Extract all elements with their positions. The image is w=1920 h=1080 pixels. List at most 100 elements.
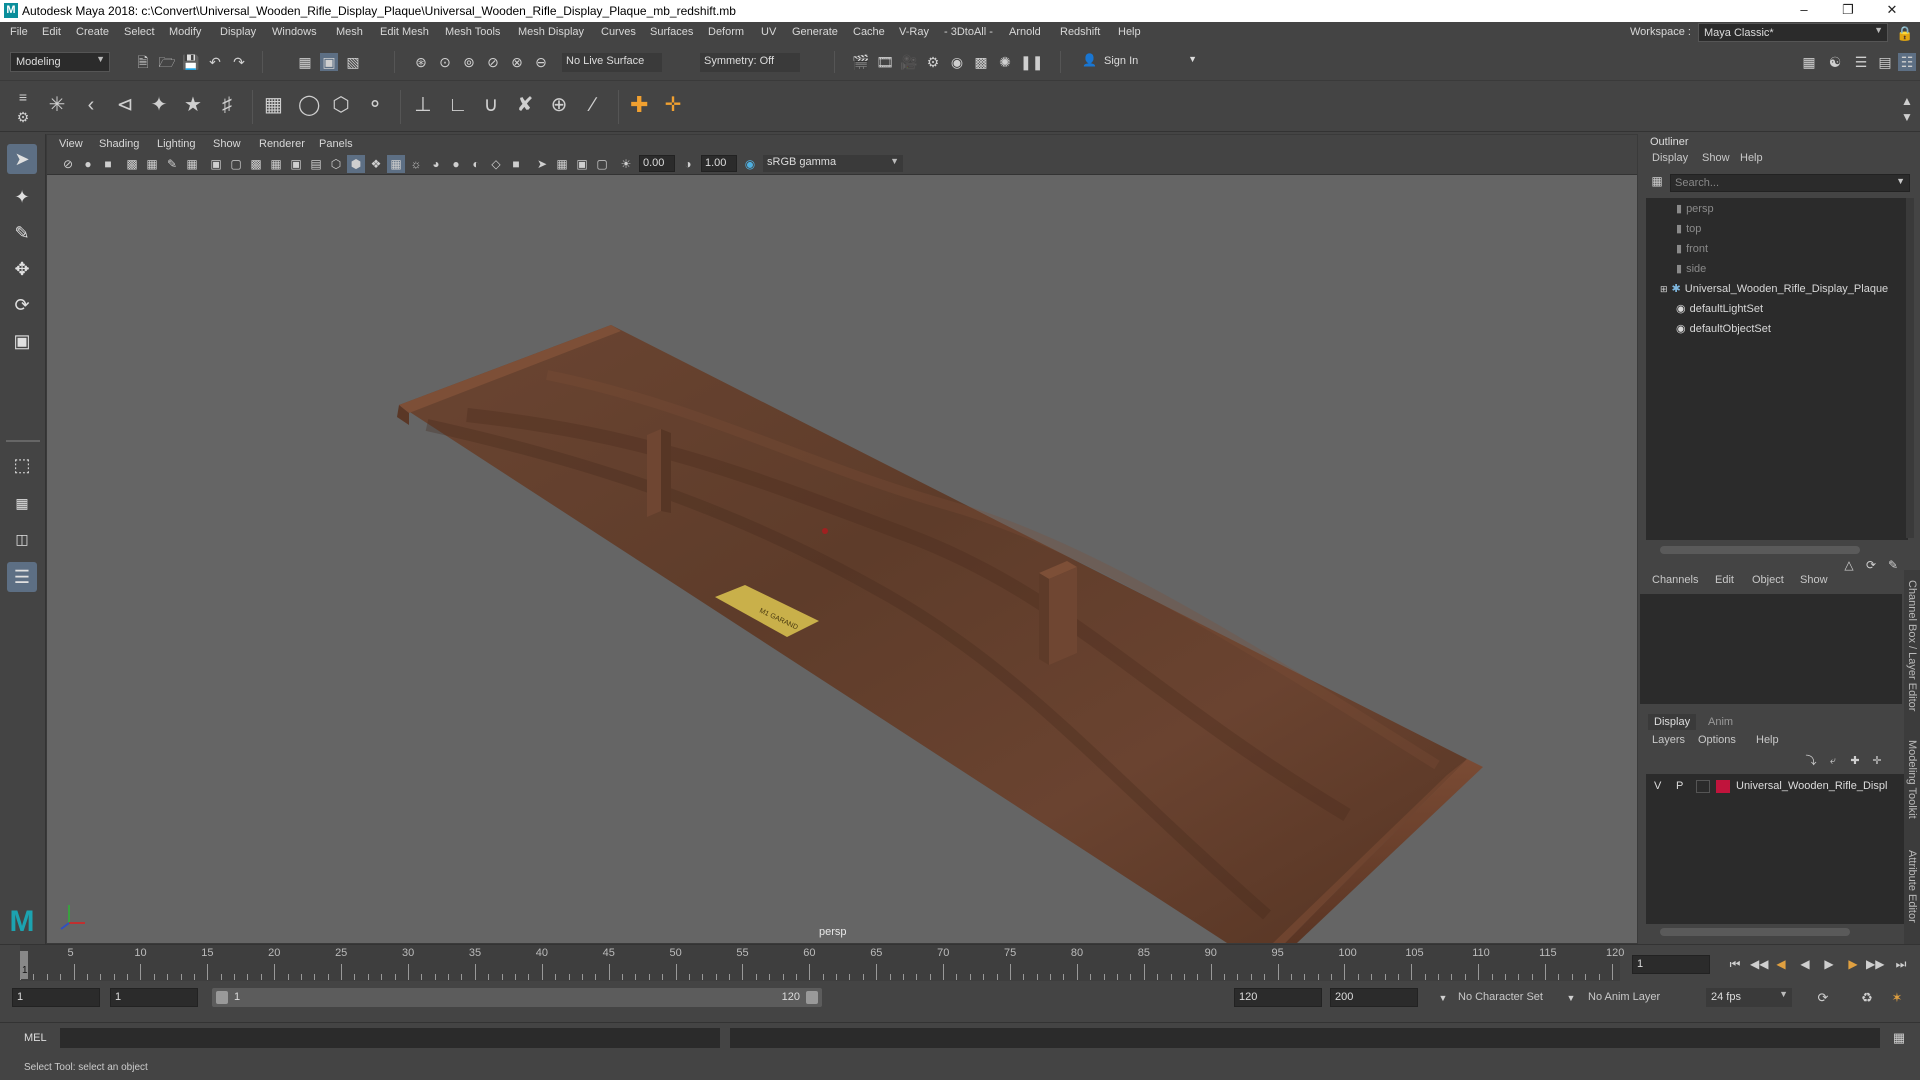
outliner-horizontal-scrollbar[interactable] <box>1660 546 1860 554</box>
list-item[interactable]: ◉ defaultObjectSet <box>1676 322 1771 335</box>
viewport-menu-shading[interactable]: Shading <box>99 138 139 150</box>
modeling-toolkit-icon[interactable]: ▦ <box>1800 53 1818 71</box>
select-component-icon[interactable]: ▧ <box>344 53 362 71</box>
channels-menu-object[interactable]: Object <box>1752 574 1784 586</box>
image-plane-icon[interactable]: ▩ <box>123 155 141 173</box>
persp-outliner-layout-icon[interactable]: ◫ <box>7 524 37 554</box>
outliner-vertical-scrollbar[interactable] <box>1906 198 1914 538</box>
layers-menu-help[interactable]: Help <box>1756 734 1779 746</box>
layers-menu-layers[interactable]: Layers <box>1652 734 1685 746</box>
rotate-tool-icon[interactable]: ⟳ <box>7 290 37 320</box>
go-to-end-icon[interactable]: ⏭ <box>1892 955 1910 973</box>
snap-grid-icon[interactable]: ⊛ <box>412 53 430 71</box>
shadows-icon[interactable]: ◕ <box>427 155 445 173</box>
character-set-label[interactable]: No Character Set <box>1458 991 1543 1003</box>
target-weld-icon[interactable]: ⊕ <box>550 95 568 115</box>
depth-of-field-icon[interactable]: ■ <box>507 155 525 173</box>
channels-menu-show[interactable]: Show <box>1800 574 1828 586</box>
range-slider-end-handle[interactable] <box>806 991 818 1004</box>
character-controls-icon[interactable]: ☯ <box>1826 53 1844 71</box>
expand-icon[interactable]: ⊞ <box>1660 284 1668 294</box>
ep-curve-icon[interactable]: ‹ <box>82 95 100 115</box>
shelf-scroll-down-icon[interactable]: ▼ <box>1898 108 1916 126</box>
safe-action-icon[interactable]: ▣ <box>287 155 305 173</box>
resolution-gate-icon[interactable]: ▢ <box>227 155 245 173</box>
scene-canvas[interactable]: M1 GARAND <box>47 175 1637 943</box>
undo-icon[interactable]: ↶ <box>206 53 224 71</box>
extrude-icon[interactable]: ⊥ <box>414 95 432 115</box>
isolate-select-icon[interactable]: ➤ <box>533 155 551 173</box>
pivot-icon[interactable]: ✚ <box>630 94 648 116</box>
viewport-menu-panels[interactable]: Panels <box>319 138 353 150</box>
snap-curve-icon[interactable]: ⊙ <box>436 53 454 71</box>
fps-dropdown[interactable]: 24 fps ▼ <box>1706 988 1792 1007</box>
bevel-icon[interactable]: ∟ <box>448 95 468 115</box>
layer-type-toggle[interactable] <box>1696 780 1710 793</box>
layers-menu-options[interactable]: Options <box>1698 734 1736 746</box>
sphere-icon[interactable]: ◯ <box>298 95 320 115</box>
outliner-search-input[interactable]: Search... ▼ <box>1670 174 1910 192</box>
plaque-model[interactable]: M1 GARAND <box>397 325 1483 943</box>
tab-modeling-toolkit[interactable]: Modeling Toolkit <box>1906 740 1918 819</box>
list-item[interactable]: ⊞ ✱ Universal_Wooden_Rifle_Display_Plaque <box>1660 282 1888 295</box>
list-item[interactable]: ◉ defaultLightSet <box>1676 302 1763 315</box>
restore-icon[interactable]: ❐ <box>1828 2 1868 20</box>
viewport-menu-lighting[interactable]: Lighting <box>157 138 196 150</box>
tab-anim[interactable]: Anim <box>1702 714 1739 730</box>
redo-icon[interactable]: ↷ <box>230 53 248 71</box>
cylinder-icon[interactable]: ⚬ <box>366 95 384 115</box>
menu-mesh-tools[interactable]: Mesh Tools <box>445 26 500 38</box>
anim-layer-label[interactable]: No Anim Layer <box>1588 991 1660 1003</box>
step-back-key-icon[interactable]: ◀◀ <box>1750 955 1768 973</box>
color-management-icon[interactable]: ◉ <box>741 155 759 173</box>
grease-pencil-icon[interactable]: ✎ <box>163 155 181 173</box>
outliner-menu-help[interactable]: Help <box>1740 152 1763 164</box>
use-all-lights-icon[interactable]: ☼ <box>407 155 425 173</box>
workspace-dropdown[interactable]: Maya Classic* ▼ <box>1698 23 1888 42</box>
cube-icon[interactable]: ⬡ <box>332 95 350 115</box>
menu-arnold[interactable]: Arnold <box>1009 26 1041 38</box>
list-item[interactable]: ▮ front <box>1676 242 1708 255</box>
playback-end-field[interactable]: 120 <box>1234 988 1322 1007</box>
anti-aliasing-icon[interactable]: ◇ <box>487 155 505 173</box>
channels-menu-channels[interactable]: Channels <box>1652 574 1698 586</box>
paint-select-icon[interactable]: ✎ <box>7 218 37 248</box>
new-layer-icon[interactable]: ✚ <box>1846 752 1864 770</box>
tab-attribute-editor[interactable]: Attribute Editor <box>1906 850 1918 923</box>
menu-display[interactable]: Display <box>220 26 256 38</box>
xray-joints-icon[interactable]: ▣ <box>573 155 591 173</box>
loop-icon[interactable]: ⟳ <box>1814 989 1832 1007</box>
anim-layer-chevron-icon[interactable]: ▼ <box>1562 989 1580 1007</box>
wireframe-on-shaded-icon[interactable]: ❖ <box>367 155 385 173</box>
live-surface-field[interactable]: No Live Surface <box>562 53 662 72</box>
close-icon[interactable]: ✕ <box>1872 2 1912 20</box>
layer-visibility-toggle[interactable]: V <box>1654 780 1661 792</box>
safe-title-icon[interactable]: ▤ <box>307 155 325 173</box>
play-backward-icon[interactable]: ◀ <box>1796 955 1814 973</box>
bookmark-icon[interactable]: ■ <box>99 155 117 173</box>
playback-start-field[interactable]: 1 <box>110 988 198 1007</box>
list-item[interactable]: ▮ top <box>1676 222 1701 235</box>
lattice-icon[interactable]: ▦ <box>264 95 283 115</box>
save-scene-icon[interactable]: 💾 <box>182 53 200 71</box>
screen-space-ao-icon[interactable]: ● <box>447 155 465 173</box>
textured-icon[interactable]: ▦ <box>387 155 405 173</box>
grid-toggle-icon[interactable]: ▦ <box>183 155 201 173</box>
range-slider-start-handle[interactable] <box>216 991 228 1004</box>
channel-box-icon[interactable]: ☷ <box>1898 53 1916 71</box>
shelf-menu-icon[interactable]: ≡ <box>14 88 32 106</box>
snap-vertex-icon[interactable]: ⊖ <box>532 53 550 71</box>
move-tool-icon[interactable]: ✥ <box>7 254 37 284</box>
list-item[interactable]: ▮ side <box>1676 262 1706 275</box>
redshift-render-icon[interactable]: ✺ <box>996 53 1014 71</box>
sign-in-button[interactable]: 👤 Sign In ▼ <box>1082 53 1197 73</box>
quad-draw-icon[interactable]: ∕ <box>584 95 602 115</box>
single-perspective-layout-icon[interactable]: ⬚ <box>7 450 37 480</box>
gate-mask-icon[interactable]: ▩ <box>247 155 265 173</box>
bezier-curve-icon[interactable]: ✦ <box>150 95 168 115</box>
render-settings-icon[interactable]: ⚙ <box>924 53 942 71</box>
mode-dropdown[interactable]: Modeling ▼ <box>10 52 110 72</box>
scene-start-field[interactable]: 1 <box>12 988 100 1007</box>
menu-windows[interactable]: Windows <box>272 26 317 38</box>
shelf-settings-icon[interactable]: ⚙ <box>14 108 32 126</box>
